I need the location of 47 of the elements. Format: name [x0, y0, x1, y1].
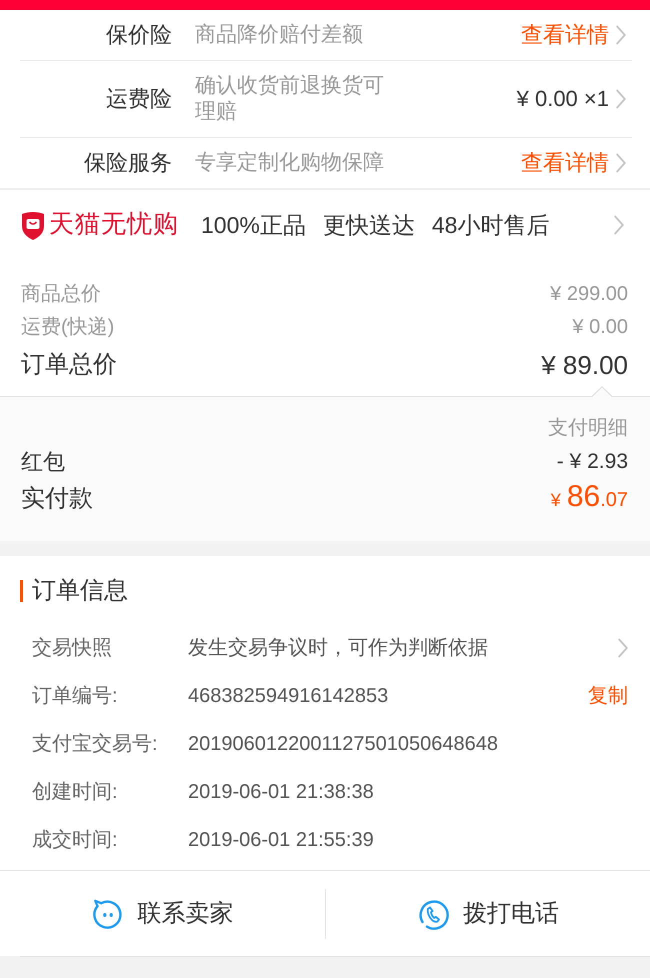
details-link[interactable]: 查看详情	[521, 22, 609, 48]
info-label: 成交时间:	[32, 828, 119, 853]
chevron-right-icon	[616, 89, 626, 109]
details-link[interactable]: 查看详情	[521, 150, 609, 176]
total-label: 订单总价	[21, 350, 117, 380]
chat-bubble-icon	[91, 898, 124, 930]
action-button[interactable]: 拨打电话	[326, 886, 650, 942]
price-amount: ¥ 0.00	[572, 315, 628, 340]
section-title: 订单信息	[32, 576, 128, 606]
insurance-description: 专享定制化购物保障	[195, 150, 385, 176]
info-label: 创建时间:	[32, 780, 119, 805]
chevron-right-icon	[618, 638, 628, 658]
insurance-price: ¥ 0.00 ×1	[516, 86, 609, 112]
insurance-label: 运费险	[105, 86, 172, 112]
info-label: 订单编号:	[32, 684, 119, 709]
chevron-right-icon	[616, 25, 626, 45]
guarantee-feature: 100%正品	[201, 210, 306, 240]
info-label: 交易快照	[32, 636, 113, 661]
brand-name: 天猫无忧购	[49, 209, 179, 240]
price-label: 运费(快递)	[21, 315, 114, 340]
info-value: 2019-06-01 21:38:38	[188, 780, 374, 805]
insurance-label: 保险服务	[83, 150, 172, 176]
discount-amount: - ¥ 2.93	[556, 449, 628, 475]
total-amount: ¥ 89.00	[541, 349, 628, 382]
insurance-description: 确认收货前退换货可理赔	[195, 73, 385, 125]
payment-label: 实付款	[21, 484, 93, 514]
paid-amount: ¥ 86.07	[550, 479, 628, 515]
shield-icon	[20, 210, 46, 240]
action-button[interactable]: 联系卖家	[0, 886, 324, 942]
phone-icon	[416, 898, 449, 930]
info-value: 468382594916142853	[188, 684, 388, 709]
info-value: 2019-06-01 21:55:39	[188, 828, 374, 853]
chevron-right-icon	[614, 215, 624, 235]
insurance-label: 保价险	[105, 22, 172, 48]
insurance-description: 商品降价赔付差额	[195, 22, 364, 48]
info-label: 支付宝交易号:	[32, 732, 159, 757]
payment-detail-title: 支付明细	[548, 416, 628, 441]
info-value: 发生交易争议时，可作为判断依据	[188, 636, 488, 661]
section-marker	[20, 580, 23, 602]
price-amount: ¥ 299.00	[550, 282, 628, 307]
price-label: 商品总价	[21, 282, 101, 307]
copy-link[interactable]: 复制	[588, 681, 628, 711]
guarantee-feature: 更快送达	[322, 210, 415, 240]
chevron-right-icon	[616, 153, 626, 173]
payment-label: 红包	[21, 448, 65, 476]
guarantee-feature: 48小时售后	[432, 210, 550, 240]
info-value: 2019060122001127501050648648	[188, 732, 498, 757]
